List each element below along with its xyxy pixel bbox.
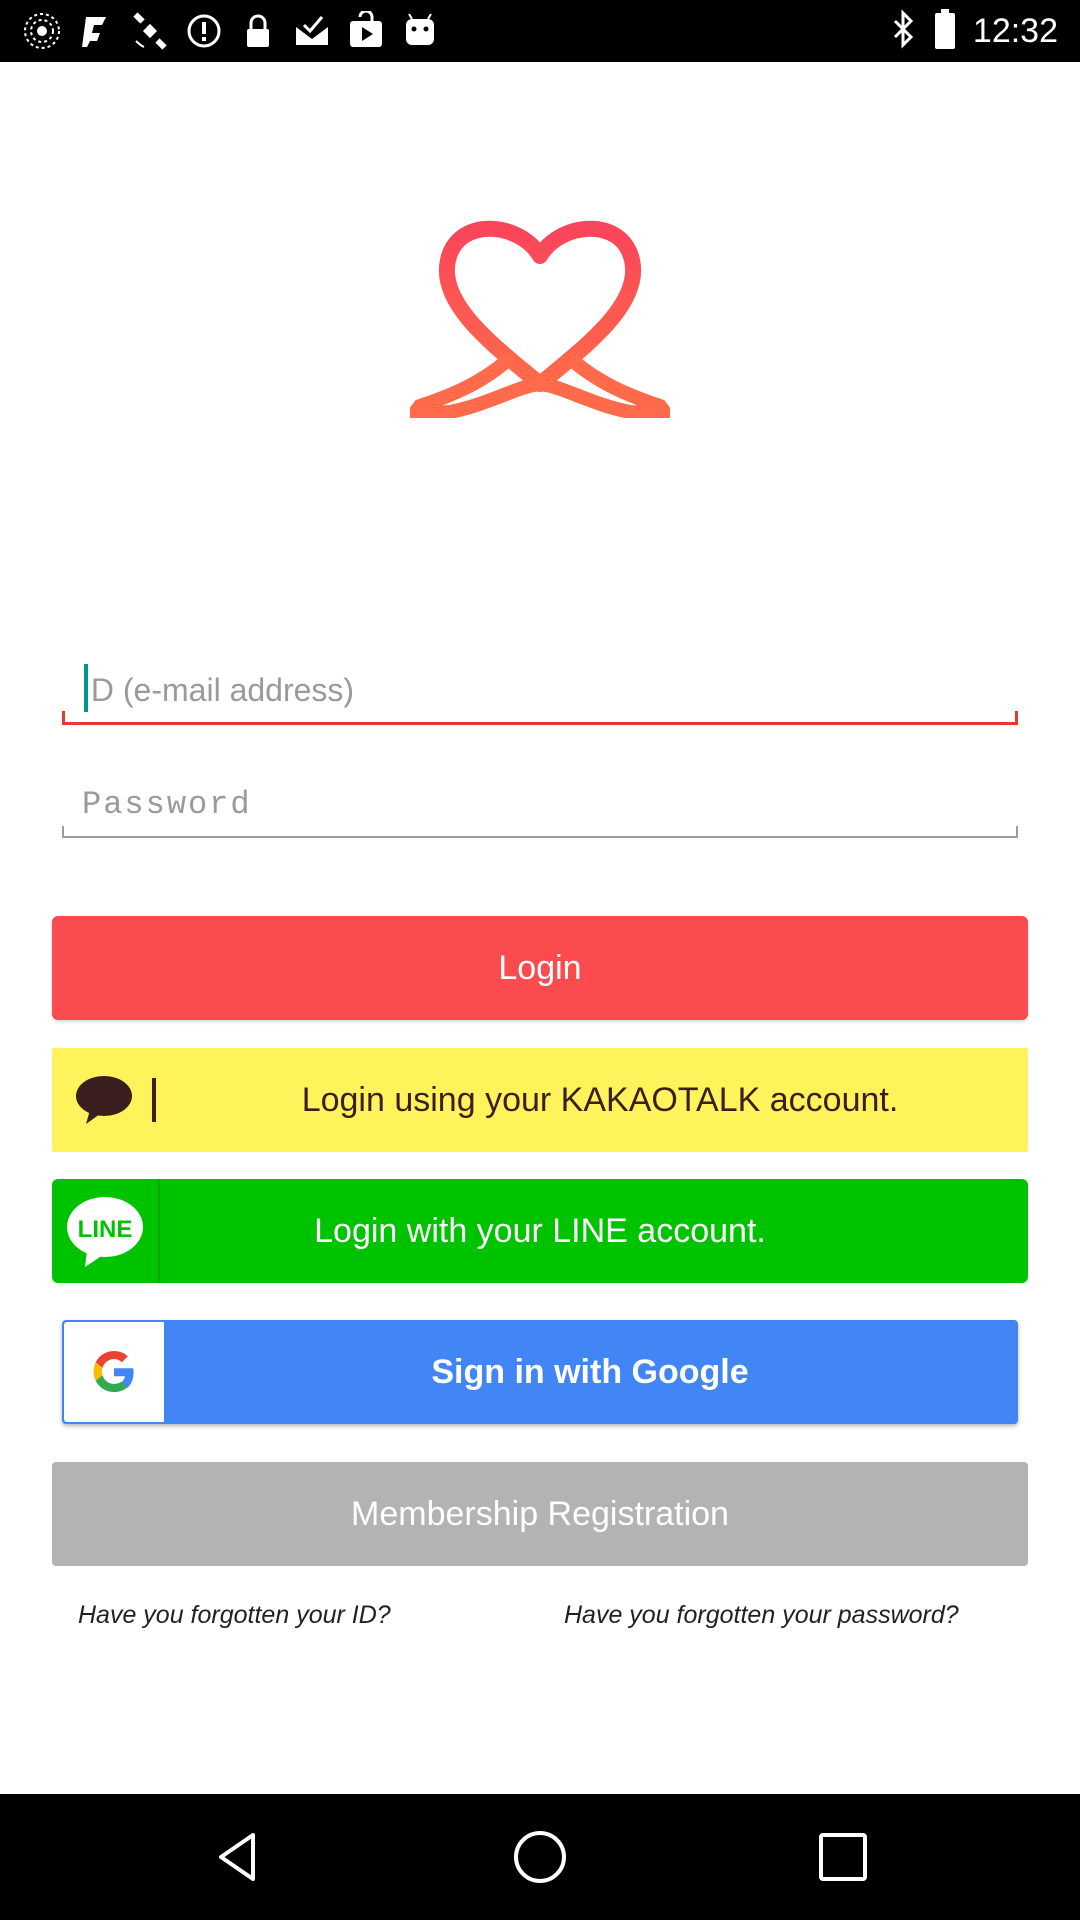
satellite-icon: [130, 11, 170, 51]
forgot-id-link[interactable]: Have you forgotten your ID?: [78, 1598, 478, 1633]
login-button[interactable]: Login: [52, 916, 1028, 1020]
membership-registration-button[interactable]: Membership Registration: [52, 1462, 1028, 1566]
clock: 12:32: [972, 11, 1058, 50]
android-icon: [400, 11, 440, 51]
google-signin-button[interactable]: Sign in with Google: [62, 1320, 1018, 1424]
registration-button-label: Membership Registration: [351, 1494, 729, 1533]
line-login-button[interactable]: LINE Login with your LINE account.: [52, 1179, 1028, 1283]
battery-icon: [933, 8, 957, 55]
fake-gps-icon: [76, 11, 116, 51]
kakao-button-label: Login using your KAKAOTALK account.: [301, 1080, 899, 1119]
status-bar: 12:32: [0, 0, 1080, 62]
heart-ribbon-logo: [399, 218, 681, 422]
line-logo-icon: LINE: [52, 1179, 160, 1283]
text-cursor: [84, 664, 88, 712]
email-input[interactable]: [62, 658, 1018, 722]
line-button-label: Login with your LINE account.: [314, 1211, 766, 1250]
password-input[interactable]: [62, 772, 1018, 836]
system-status: 12:32: [889, 8, 1058, 54]
bluetooth-icon: [889, 8, 917, 54]
recents-icon[interactable]: [810, 1824, 876, 1890]
notification-icons: [22, 10, 440, 52]
email-field-container: [62, 658, 1018, 725]
kakao-login-button[interactable]: Login using your KAKAOTALK account.: [52, 1048, 1028, 1152]
mail-check-icon: [292, 11, 332, 51]
login-button-label: Login: [498, 948, 582, 987]
lock-icon: [238, 11, 278, 51]
play-store-icon: [346, 11, 386, 51]
navigation-bar: [0, 1794, 1080, 1920]
info-icon: [184, 11, 224, 51]
forgot-password-link[interactable]: Have you forgotten your password?: [564, 1598, 964, 1633]
google-button-label: Sign in with Google: [431, 1352, 749, 1391]
line-badge-text: LINE: [78, 1216, 133, 1243]
speech-bubble-icon: [74, 1074, 134, 1126]
home-icon[interactable]: [507, 1824, 573, 1890]
password-field-container: [62, 772, 1018, 838]
radar-icon: [22, 11, 62, 51]
kakao-divider: [152, 1078, 156, 1122]
back-icon[interactable]: [206, 1824, 272, 1890]
google-logo-icon: [64, 1322, 164, 1422]
